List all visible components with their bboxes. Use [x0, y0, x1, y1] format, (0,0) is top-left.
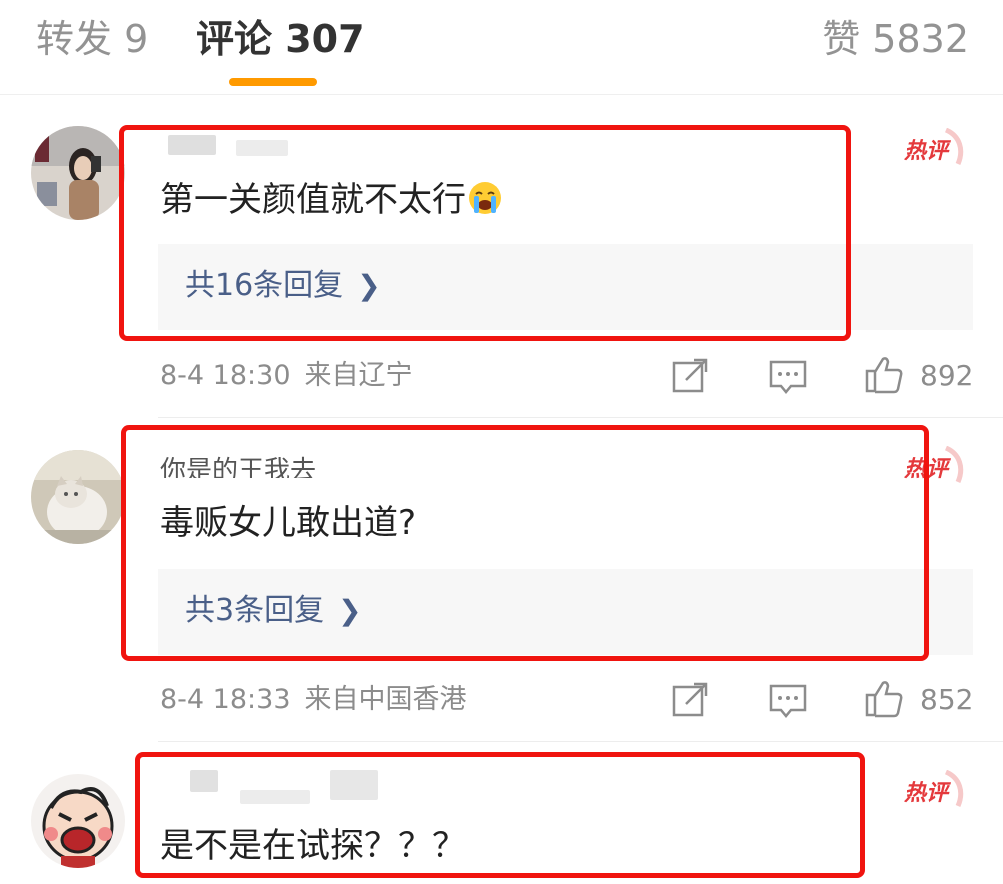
svg-text:热评: 热评	[903, 457, 952, 482]
comment-meta: 8-4 18:33 来自中国香港	[160, 682, 467, 718]
comment-meta: 8-4 18:30 来自辽宁	[160, 358, 413, 394]
thumbs-up-icon[interactable]	[864, 354, 904, 394]
tab-reposts[interactable]: 转发 9	[36, 14, 148, 64]
replies-box[interactable]: 共3条回复 ❯	[158, 569, 973, 655]
like-count: 852	[920, 683, 974, 716]
blurred-username	[330, 770, 378, 800]
blurred-username	[190, 770, 218, 792]
hot-comment-badge: 热评	[902, 445, 966, 490]
comment-location: 来自中国香港	[304, 684, 467, 715]
replies-box[interactable]: 共16条回复 ❯	[158, 244, 973, 330]
comment-icon[interactable]	[768, 680, 808, 720]
comment-icon[interactable]	[768, 356, 808, 396]
comment-text: 是不是在试探？？？	[160, 826, 466, 866]
divider	[158, 741, 1003, 742]
comment-time: 8-4 18:33	[160, 684, 291, 715]
comment-text: 毒贩女儿敢出道?	[160, 503, 417, 543]
hot-comment-badge: 热评	[902, 769, 966, 814]
blurred-username	[236, 140, 288, 156]
comment-time: 8-4 18:30	[160, 360, 291, 391]
comment-text: 第一关颜值就不太行	[160, 178, 502, 226]
thumbs-up-icon[interactable]	[864, 678, 904, 718]
chevron-right-icon: ❯	[338, 594, 362, 627]
avatar[interactable]	[31, 126, 125, 220]
avatar[interactable]	[31, 774, 125, 868]
loudly-crying-face-icon	[468, 181, 502, 226]
tab-comments[interactable]: 评论 307	[196, 14, 365, 64]
divider	[158, 417, 1003, 418]
active-tab-indicator	[229, 78, 317, 86]
svg-text:热评: 热评	[903, 781, 952, 806]
comment-location: 来自辽宁	[304, 360, 413, 391]
svg-text:热评: 热评	[903, 139, 952, 164]
comment-tab-bar: 转发 9 评论 307 赞 5832	[0, 0, 1003, 95]
blurred-username	[168, 135, 216, 155]
username[interactable]: 你是的王我去	[160, 456, 316, 478]
share-icon[interactable]	[670, 356, 710, 396]
blurred-username	[240, 790, 310, 804]
view-replies-link[interactable]: 共16条回复 ❯	[185, 266, 381, 306]
view-replies-link[interactable]: 共3条回复 ❯	[185, 591, 362, 631]
share-icon[interactable]	[670, 680, 710, 720]
like-count: 892	[920, 359, 974, 392]
hot-comment-badge: 热评	[902, 127, 966, 172]
tab-likes[interactable]: 赞 5832	[822, 14, 969, 64]
avatar[interactable]	[31, 450, 125, 544]
chevron-right-icon: ❯	[357, 269, 381, 302]
